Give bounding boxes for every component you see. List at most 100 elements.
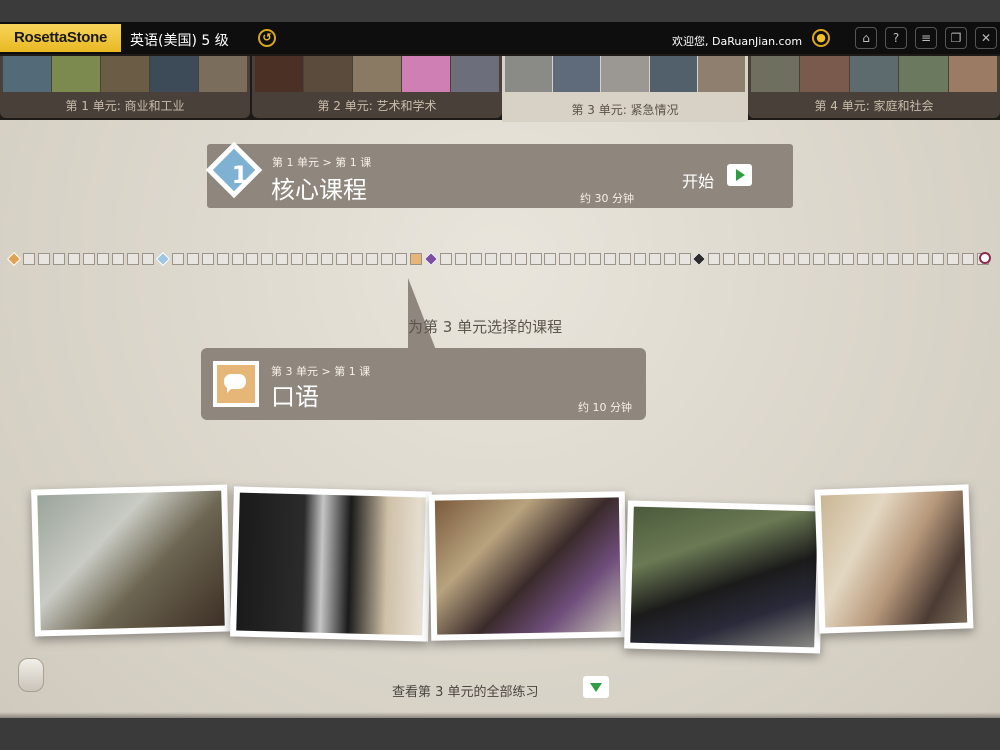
welcome-label: 欢迎您, bbox=[672, 35, 709, 48]
view-all-exercises-label[interactable]: 查看第 3 单元的全部练习 bbox=[392, 681, 539, 700]
expand-down-icon[interactable] bbox=[583, 676, 609, 698]
help-icon[interactable]: ? bbox=[885, 27, 907, 49]
timeline-lesson[interactable] bbox=[485, 253, 497, 265]
timeline-lesson[interactable] bbox=[634, 253, 646, 265]
timeline-lesson[interactable] bbox=[887, 253, 899, 265]
unit-tab-4[interactable]: 第 4 单元: 家庭和社会 bbox=[748, 56, 1000, 118]
timeline-lesson[interactable] bbox=[604, 253, 616, 265]
thumbnail bbox=[751, 56, 800, 92]
callout-pointer bbox=[408, 278, 436, 350]
timeline-lesson[interactable] bbox=[261, 253, 273, 265]
timeline-lesson[interactable] bbox=[500, 253, 512, 265]
timeline-lesson[interactable] bbox=[172, 253, 184, 265]
timeline-lesson[interactable] bbox=[187, 253, 199, 265]
thumbnail bbox=[505, 56, 553, 92]
timeline-lesson[interactable] bbox=[932, 253, 944, 265]
unit-label: 第 3 单元: 紧急情况 bbox=[571, 103, 679, 117]
timeline-lesson[interactable] bbox=[381, 253, 393, 265]
unit-label: 第 2 单元: 艺术和学术 bbox=[317, 99, 437, 113]
timeline-lesson[interactable] bbox=[276, 253, 288, 265]
timeline-lesson[interactable] bbox=[649, 253, 661, 265]
unit-marker-4[interactable] bbox=[691, 251, 707, 267]
timeline-end-icon[interactable] bbox=[979, 252, 991, 264]
timeline-lesson[interactable] bbox=[336, 253, 348, 265]
unit-tab-1[interactable]: 第 1 单元: 商业和工业 bbox=[0, 56, 250, 118]
timeline-lesson[interactable] bbox=[68, 253, 80, 265]
timeline-lesson[interactable] bbox=[842, 253, 854, 265]
timeline-lesson[interactable] bbox=[559, 253, 571, 265]
timeline-lesson[interactable] bbox=[217, 253, 229, 265]
timeline-lesson[interactable] bbox=[351, 253, 363, 265]
timeline-lesson[interactable] bbox=[619, 253, 631, 265]
timeline-lesson[interactable] bbox=[97, 253, 109, 265]
timeline-lesson[interactable] bbox=[723, 253, 735, 265]
timeline-lesson[interactable] bbox=[738, 253, 750, 265]
timeline-lesson[interactable] bbox=[589, 253, 601, 265]
timeline-lesson[interactable] bbox=[321, 253, 333, 265]
timeline-lesson[interactable] bbox=[455, 253, 467, 265]
timeline-lesson[interactable] bbox=[142, 253, 154, 265]
window-icon[interactable]: ❐ bbox=[945, 27, 967, 49]
timeline-lesson[interactable] bbox=[917, 253, 929, 265]
timeline-lesson[interactable] bbox=[112, 253, 124, 265]
timeline-lesson[interactable] bbox=[440, 253, 452, 265]
timeline-lesson[interactable] bbox=[53, 253, 65, 265]
timeline-lesson[interactable] bbox=[783, 253, 795, 265]
photo-card[interactable] bbox=[428, 491, 628, 641]
timeline-lesson[interactable] bbox=[544, 253, 556, 265]
timeline-current-lesson[interactable] bbox=[410, 253, 422, 265]
timeline-lesson[interactable] bbox=[38, 253, 50, 265]
timeline-lesson[interactable] bbox=[902, 253, 914, 265]
photo-thief-on-bicycle bbox=[630, 506, 818, 648]
timeline-lesson[interactable] bbox=[395, 253, 407, 265]
timeline-lesson[interactable] bbox=[798, 253, 810, 265]
user-icon[interactable]: ● bbox=[812, 29, 830, 47]
timeline-lesson[interactable] bbox=[530, 253, 542, 265]
timeline-lesson[interactable] bbox=[291, 253, 303, 265]
timeline-lesson[interactable] bbox=[127, 253, 139, 265]
timeline-lesson[interactable] bbox=[828, 253, 840, 265]
thumbnail bbox=[553, 56, 601, 92]
unit-marker-1[interactable] bbox=[6, 251, 22, 267]
photo-card[interactable] bbox=[31, 484, 231, 637]
play-icon[interactable] bbox=[727, 164, 752, 186]
timeline-lesson[interactable] bbox=[232, 253, 244, 265]
timeline-lesson[interactable] bbox=[246, 253, 258, 265]
photo-card[interactable] bbox=[814, 484, 974, 634]
course-title: 英语(美国) 5 级 bbox=[130, 33, 229, 49]
timeline-lesson[interactable] bbox=[857, 253, 869, 265]
timeline-lesson[interactable] bbox=[366, 253, 378, 265]
unit-tab-3[interactable]: 第 3 单元: 紧急情况 bbox=[502, 56, 748, 122]
unit-label: 第 4 单元: 家庭和社会 bbox=[814, 99, 934, 113]
timeline-lesson[interactable] bbox=[813, 253, 825, 265]
timeline-lesson[interactable] bbox=[962, 253, 974, 265]
timeline-lesson[interactable] bbox=[872, 253, 884, 265]
timeline-lesson[interactable] bbox=[664, 253, 676, 265]
home-icon[interactable]: ⌂ bbox=[855, 27, 877, 49]
unit-tab-2[interactable]: 第 2 单元: 艺术和学术 bbox=[252, 56, 502, 118]
timeline-lesson[interactable] bbox=[947, 253, 959, 265]
timeline-lesson[interactable] bbox=[515, 253, 527, 265]
timeline-lesson[interactable] bbox=[753, 253, 765, 265]
start-label[interactable]: 开始 bbox=[682, 168, 714, 192]
unit-marker-3[interactable] bbox=[423, 251, 439, 267]
timeline-lesson[interactable] bbox=[470, 253, 482, 265]
close-icon[interactable]: ✕ bbox=[975, 27, 997, 49]
timeline-lesson[interactable] bbox=[679, 253, 691, 265]
timeline-lesson[interactable] bbox=[574, 253, 586, 265]
timeline-lesson[interactable] bbox=[708, 253, 720, 265]
unit-marker-2[interactable] bbox=[155, 251, 171, 267]
microphone-knob[interactable] bbox=[18, 658, 44, 692]
photo-x-ray bbox=[236, 492, 426, 636]
timeline-lesson[interactable] bbox=[768, 253, 780, 265]
thumbnail bbox=[353, 56, 401, 92]
photo-card[interactable] bbox=[230, 486, 432, 642]
timeline-lesson[interactable] bbox=[306, 253, 318, 265]
timeline-lesson[interactable] bbox=[83, 253, 95, 265]
timeline-lesson[interactable] bbox=[23, 253, 35, 265]
menu-icon[interactable]: ≡ bbox=[915, 27, 937, 49]
photo-card[interactable] bbox=[624, 500, 824, 654]
core-lesson-breadcrumb: 第 1 单元 > 第 1 课 bbox=[272, 156, 372, 169]
timeline-lesson[interactable] bbox=[202, 253, 214, 265]
back-icon[interactable]: ↺ bbox=[258, 29, 276, 47]
